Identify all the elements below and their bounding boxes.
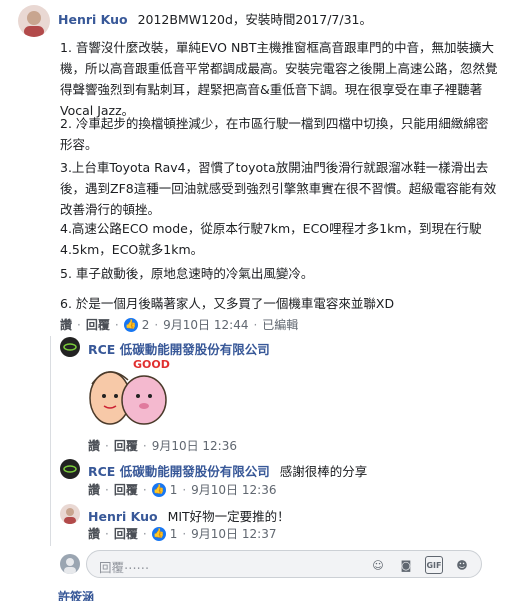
reply-2-time[interactable]: 9月10日 12:36 — [191, 481, 276, 498]
edited-label[interactable]: 已編輯 — [262, 316, 298, 333]
thumbs-up-icon: 👍 — [123, 317, 138, 332]
avatar-rce[interactable] — [60, 337, 80, 357]
reply-thread-line — [50, 336, 51, 546]
reply-3-author[interactable]: Henri Kuo — [88, 509, 158, 524]
camera-icon[interactable]: ◙ — [397, 556, 415, 574]
emoji-icon[interactable]: ☺ — [369, 556, 387, 574]
reply-input-placeholder: 回覆⋯⋯ — [99, 560, 150, 575]
paragraph-6: 6. 於是一個月後瞞著家人，又多買了一個機車電容來並聯XD — [60, 296, 395, 311]
paragraph-2: 2. 冷車起步的換檔頓挫減少，在市區行駛一檔到四檔中切換，只能用細緻綿密形容。 — [60, 116, 489, 152]
reply-3-actions: 讚 · 回覆 · 👍 1 · 9月10日 12:37 — [88, 525, 277, 542]
post-header: Henri Kuo 2012BMW120d，安裝時間2017/7/31。 — [58, 9, 372, 28]
good-sticker: GOOD! — [88, 354, 175, 428]
avatar-current-user[interactable] — [60, 554, 80, 574]
reply-2-header: RCE 低碳動能開發股份有限公司 感謝很棒的分享 — [88, 461, 367, 480]
reply-2-author[interactable]: RCE 低碳動能開發股份有限公司 — [88, 464, 270, 479]
reply-input[interactable]: 回覆⋯⋯ ☺ ◙ GIF ☻ — [86, 550, 482, 578]
reply-3-header: Henri Kuo MIT好物一定要推的！ — [88, 506, 290, 525]
reply-3-time[interactable]: 9月10日 12:37 — [191, 525, 276, 542]
thumbs-up-icon: 👍 — [151, 526, 166, 541]
like-count[interactable]: 2 — [142, 318, 150, 332]
paragraph-4: 4.高速公路ECO mode，從原本行駛7km，ECO哩程才多1km，到現在行駛… — [60, 221, 482, 257]
reply-2-like-button[interactable]: 讚 — [88, 481, 100, 498]
reply-2-like-count[interactable]: 1 — [170, 483, 178, 497]
paragraph-1: 1. 音響沒什麼改裝，單純EVO NBT主機推窗框高音跟車門的中音，無加裝擴大機… — [60, 40, 498, 118]
reply-1-reply-button[interactable]: 回覆 — [114, 437, 138, 454]
reply-3-reply-button[interactable]: 回覆 — [114, 525, 138, 542]
paragraph-5: 5. 車子啟動後，原地怠速時的冷氣出風變冷。 — [60, 266, 314, 281]
post-header-text: 2012BMW120d，安裝時間2017/7/31。 — [137, 12, 372, 27]
reply-1-like-button[interactable]: 讚 — [88, 437, 100, 454]
reply-1-actions: 讚 · 回覆 · 9月10日 12:36 — [88, 437, 237, 454]
thumbs-up-icon: 👍 — [151, 482, 166, 497]
like-button[interactable]: 讚 — [60, 316, 72, 333]
sticker-icon[interactable]: ☻ — [453, 556, 471, 574]
avatar-rce[interactable] — [60, 459, 80, 479]
reply-2-actions: 讚 · 回覆 · 👍 1 · 9月10日 12:36 — [88, 481, 277, 498]
paragraph-3: 3.上台車Toyota Rav4，習慣了toyota放開油門後滑行就跟溜冰鞋一樣… — [60, 160, 497, 217]
post-author[interactable]: Henri Kuo — [58, 12, 128, 27]
post-time[interactable]: 9月10日 12:44 — [163, 316, 248, 333]
post-actions: 讚 · 回覆 · 👍 2 · 9月10日 12:44 · 已編輯 — [60, 316, 299, 333]
reply-3-like-count[interactable]: 1 — [170, 527, 178, 541]
reply-3-like-button[interactable]: 讚 — [88, 525, 100, 542]
reply-2-reply-button[interactable]: 回覆 — [114, 481, 138, 498]
reply-1-time[interactable]: 9月10日 12:36 — [152, 437, 237, 454]
avatar-henri[interactable] — [60, 504, 80, 524]
gif-icon[interactable]: GIF — [425, 556, 443, 574]
sticker-good-text: GOOD! — [133, 358, 170, 371]
next-comment-author[interactable]: 許筱涵 — [58, 588, 94, 601]
reply-2-text: 感謝很棒的分享 — [279, 464, 368, 479]
reply-button[interactable]: 回覆 — [86, 316, 110, 333]
avatar-henri[interactable] — [18, 5, 50, 37]
reply-3-text: MIT好物一定要推的！ — [167, 509, 290, 524]
